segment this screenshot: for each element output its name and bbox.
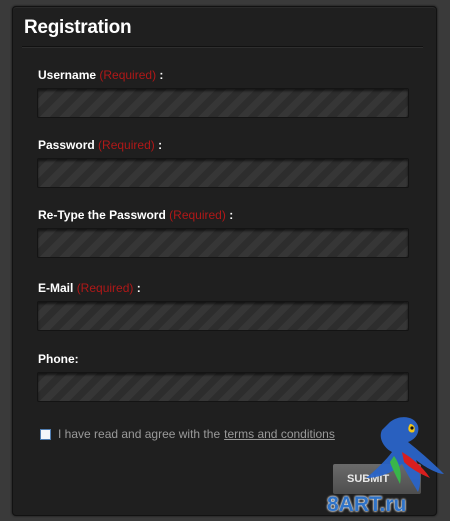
- retype-password-label-text: Re-Type the Password: [38, 208, 166, 222]
- email-label-text: E-Mail: [38, 281, 74, 295]
- email-required-note: (Required): [76, 281, 134, 295]
- form-title: Registration: [24, 17, 132, 38]
- email-label: E-Mail (Required) :: [38, 281, 141, 295]
- terms-link[interactable]: terms and conditions: [224, 427, 335, 441]
- username-label-text: Username: [38, 68, 97, 82]
- watermark-text: 8ART.ru: [327, 493, 407, 516]
- email-label-colon: :: [136, 281, 141, 295]
- agree-row: I have read and agree with the terms and…: [40, 427, 335, 441]
- phone-label: Phone:: [38, 352, 79, 366]
- retype-password-required-note: (Required): [169, 208, 226, 222]
- email-input[interactable]: [37, 301, 409, 331]
- password-label: Password (Required) :: [38, 138, 162, 152]
- password-label-colon: :: [158, 138, 163, 152]
- password-input[interactable]: [37, 158, 409, 188]
- retype-password-label-colon: :: [229, 208, 234, 222]
- username-label: Username (Required) :: [38, 68, 163, 82]
- username-required-note: (Required): [99, 68, 157, 82]
- retype-password-input[interactable]: [37, 228, 409, 258]
- agree-text: I have read and agree with the: [58, 427, 221, 441]
- phone-input[interactable]: [37, 372, 409, 402]
- agree-checkbox[interactable]: [40, 428, 51, 440]
- title-divider: [22, 46, 423, 48]
- phone-label-text: Phone:: [38, 352, 79, 366]
- password-required-note: (Required): [98, 138, 155, 152]
- username-input[interactable]: [37, 88, 409, 118]
- password-label-text: Password: [38, 138, 95, 152]
- username-label-colon: :: [159, 68, 164, 82]
- retype-password-label: Re-Type the Password (Required) :: [38, 208, 233, 222]
